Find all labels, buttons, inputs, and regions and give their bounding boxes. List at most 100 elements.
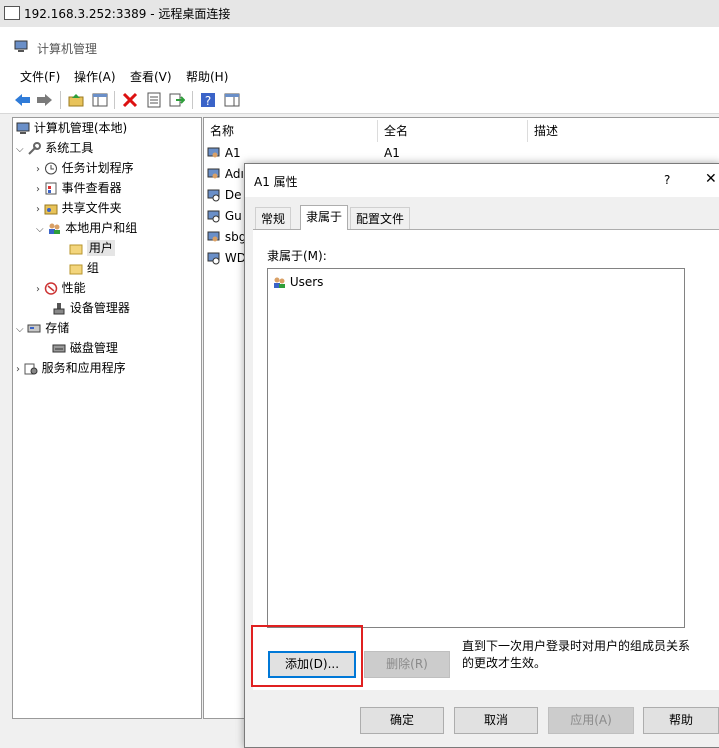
remove-button[interactable]: 删除(R)	[364, 651, 450, 678]
delete-icon[interactable]	[121, 91, 138, 108]
menu-view[interactable]: 查看(V)	[130, 68, 172, 85]
tree-label: 磁盘管理	[69, 341, 118, 355]
tab-member-of[interactable]: 隶属于	[300, 205, 349, 230]
device-manager-icon	[53, 303, 65, 315]
apply-button[interactable]: 应用(A)	[548, 707, 634, 734]
forward-icon[interactable]	[36, 91, 53, 108]
users-icon	[49, 223, 61, 234]
table-row[interactable]: Adı	[207, 164, 247, 185]
services-icon	[24, 363, 38, 375]
tree-item-task-scheduler[interactable]: › 任务计划程序	[13, 158, 200, 178]
tree-label: 设备管理器	[69, 301, 130, 315]
member-of-label: 隶属于(M):	[267, 249, 327, 263]
remote-desktop-title: 192.168.3.252:3389 - 远程桌面连接	[24, 7, 231, 21]
table-row[interactable]: De	[207, 185, 247, 206]
show-hide-action-icon[interactable]	[223, 91, 240, 108]
export-icon[interactable]	[168, 91, 185, 108]
clock-icon	[44, 162, 57, 175]
chevron-down-icon[interactable]: ⌵	[16, 324, 24, 335]
tree-label: 组	[86, 261, 99, 275]
user-icon	[207, 147, 220, 158]
tree-label: 任务计划程序	[61, 161, 134, 175]
tree-item-disk-management[interactable]: 磁盘管理	[13, 338, 200, 358]
column-separator	[377, 120, 378, 142]
help-button[interactable]: 帮助	[643, 707, 719, 734]
ok-button[interactable]: 确定	[360, 707, 444, 734]
table-row[interactable]: A1	[207, 143, 247, 164]
tree-item-groups[interactable]: 组	[13, 258, 200, 278]
tree-item-system-tools[interactable]: ⌵ 系统工具	[13, 138, 200, 158]
chevron-down-icon[interactable]: ⌵	[36, 224, 44, 235]
computer-management-icon	[14, 40, 28, 52]
tree-item-local-users-groups[interactable]: ⌵ 本地用户和组	[13, 218, 200, 238]
user-name: De	[224, 188, 242, 202]
table-row[interactable]: WD	[207, 248, 247, 269]
help-icon[interactable]: ?	[199, 91, 216, 108]
chevron-right-icon[interactable]: ›	[36, 284, 40, 295]
tree-label: 性能	[61, 281, 86, 295]
membership-note: 直到下一次用户登录时对用户的组成员关系的更改才生效。	[462, 639, 691, 670]
tree-item-shared-folders[interactable]: › 共享文件夹	[13, 198, 200, 218]
chevron-down-icon[interactable]: ⌵	[16, 144, 24, 155]
chevron-right-icon[interactable]: ›	[16, 364, 20, 375]
toolbar-separator	[114, 91, 115, 109]
tree-label: 计算机管理(本地)	[33, 121, 128, 135]
remote-desktop-icon	[4, 6, 20, 20]
tree-item-computer-management[interactable]: 计算机管理(本地)	[13, 118, 200, 138]
menu-help[interactable]: 帮助(H)	[186, 68, 228, 85]
chevron-right-icon[interactable]: ›	[36, 164, 40, 175]
menu-action[interactable]: 操作(A)	[74, 68, 116, 85]
window-titlebar	[0, 27, 719, 63]
cancel-button[interactable]: 取消	[454, 707, 538, 734]
user-name: Adı	[224, 167, 244, 181]
svg-text:?: ?	[204, 94, 210, 108]
tree-label: 事件查看器	[61, 181, 122, 195]
toolbar-separator	[192, 91, 193, 109]
tree-item-storage[interactable]: ⌵ 存储	[13, 318, 200, 338]
tree-item-performance[interactable]: › 性能	[13, 278, 200, 298]
chevron-right-icon[interactable]: ›	[36, 184, 40, 195]
tab-general[interactable]: 常规	[255, 207, 292, 230]
disk-icon	[52, 344, 66, 353]
tree-label: 本地用户和组	[65, 221, 138, 235]
table-row[interactable]: sbg	[207, 227, 247, 248]
performance-icon	[44, 282, 58, 295]
column-header-description[interactable]: 描述	[534, 120, 558, 142]
shared-folder-icon	[44, 204, 58, 215]
tab-profile[interactable]: 配置文件	[350, 207, 411, 230]
table-row[interactable]: Gu	[207, 206, 247, 227]
storage-icon	[27, 324, 41, 333]
tree-item-event-viewer[interactable]: › 事件查看器	[13, 178, 200, 198]
add-button[interactable]: 添加(D)...	[268, 651, 356, 678]
computer-management-icon	[16, 122, 30, 134]
tree-label: 共享文件夹	[61, 201, 122, 215]
menu-file[interactable]: 文件(F)	[20, 68, 60, 85]
back-icon[interactable]	[14, 91, 31, 108]
dialog-help-button[interactable]: ?	[664, 173, 670, 187]
chevron-right-icon[interactable]: ›	[36, 204, 40, 215]
disabled-user-icon	[207, 189, 220, 202]
properties-icon[interactable]	[145, 91, 162, 108]
up-folder-icon[interactable]	[67, 91, 84, 108]
tree-item-users[interactable]: 用户	[13, 238, 200, 258]
event-viewer-icon	[45, 182, 57, 195]
tree-label: 服务和应用程序	[41, 361, 126, 375]
user-name: WD	[224, 251, 246, 265]
show-hide-tree-icon[interactable]	[91, 91, 108, 108]
window-title: 计算机管理	[37, 42, 98, 56]
column-header-name[interactable]: 名称	[210, 120, 234, 142]
user-name: A1	[224, 146, 241, 160]
tree-label: 存储	[45, 321, 70, 335]
toolbar-separator	[60, 91, 61, 109]
list-item[interactable]: Users	[272, 273, 323, 291]
folder-icon	[69, 264, 83, 275]
column-separator	[527, 120, 528, 142]
group-name: Users	[289, 275, 324, 289]
tree-item-device-manager[interactable]: 设备管理器	[13, 298, 200, 318]
tools-icon	[28, 142, 42, 155]
member-of-list[interactable]	[267, 268, 685, 628]
close-icon[interactable]: ✕	[705, 171, 717, 187]
tree-item-services-applications[interactable]: › 服务和应用程序	[13, 358, 200, 378]
user-icon	[207, 168, 220, 179]
column-header-fullname[interactable]: 全名	[384, 120, 408, 142]
